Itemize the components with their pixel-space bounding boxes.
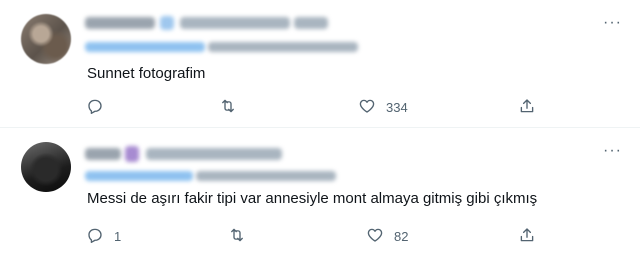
heart-icon (366, 226, 384, 247)
like-button[interactable]: 82 (366, 226, 408, 246)
retweet-button[interactable] (228, 226, 256, 246)
replying-to-suffix-blurred (196, 171, 336, 181)
share-button[interactable] (518, 226, 536, 246)
tweet-actions: 334 (86, 97, 556, 117)
replying-to-blurred[interactable] (85, 171, 193, 181)
timestamp-blurred[interactable] (294, 17, 328, 29)
like-count: 82 (394, 228, 409, 244)
verified-badge-blurred (160, 16, 174, 30)
tweet[interactable]: ··· Sunnet fotografim 334 (0, 0, 640, 128)
reply-button[interactable]: 1 (86, 226, 121, 246)
reply-icon (86, 97, 104, 118)
author-handle-blurred[interactable] (180, 17, 290, 29)
reply-icon (86, 226, 104, 247)
like-count: 334 (386, 99, 408, 115)
like-button[interactable]: 334 (358, 97, 408, 117)
tweet-text: Messi de aşırı fakir tipi var annesiyle … (87, 190, 538, 207)
author-name-blurred[interactable] (85, 148, 121, 160)
tweet-text: Sunnet fotografim (87, 65, 206, 82)
reply-count: 1 (114, 228, 122, 244)
author-name-blurred[interactable] (85, 17, 155, 29)
replying-to-blurred[interactable] (85, 42, 205, 52)
more-icon[interactable]: ··· (603, 15, 622, 31)
share-button[interactable] (518, 97, 536, 117)
avatar[interactable] (21, 142, 71, 192)
retweet-icon (228, 226, 246, 247)
author-handle-blurred[interactable] (146, 148, 282, 160)
avatar[interactable] (21, 14, 71, 64)
replying-to-suffix-blurred (208, 42, 358, 52)
author-emoji-blurred (125, 146, 139, 162)
heart-icon (358, 97, 376, 118)
tweet[interactable]: ··· Messi de aşırı fakir tipi var annesi… (0, 128, 640, 271)
tweet-actions: 1 82 (86, 226, 556, 246)
more-icon[interactable]: ··· (603, 143, 622, 159)
retweet-button[interactable] (219, 97, 247, 117)
share-icon (518, 226, 536, 247)
reply-button[interactable] (86, 97, 114, 117)
retweet-icon (219, 97, 237, 118)
share-icon (518, 97, 536, 118)
